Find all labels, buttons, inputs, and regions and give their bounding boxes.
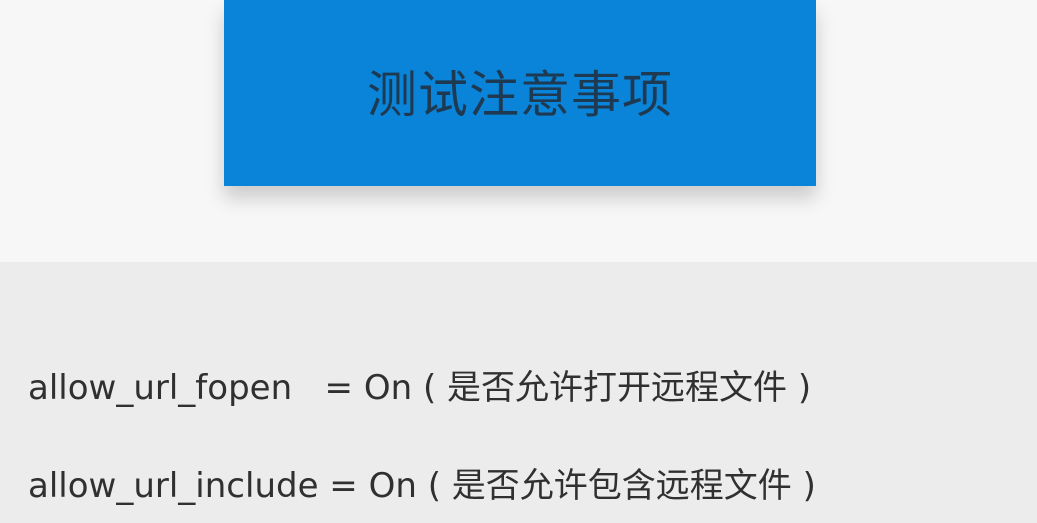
content-section: allow_url_fopen = On ( 是否允许打开远程文件 ) allo…: [0, 262, 1037, 523]
title-section: 测试注意事项: [0, 0, 1037, 262]
config-line-fopen: allow_url_fopen = On ( 是否允许打开远程文件 ): [28, 368, 812, 408]
title-card: 测试注意事项: [224, 0, 816, 186]
page-title: 测试注意事项: [367, 66, 673, 124]
config-line-include: allow_url_include = On ( 是否允许包含远程文件 ): [28, 466, 816, 506]
